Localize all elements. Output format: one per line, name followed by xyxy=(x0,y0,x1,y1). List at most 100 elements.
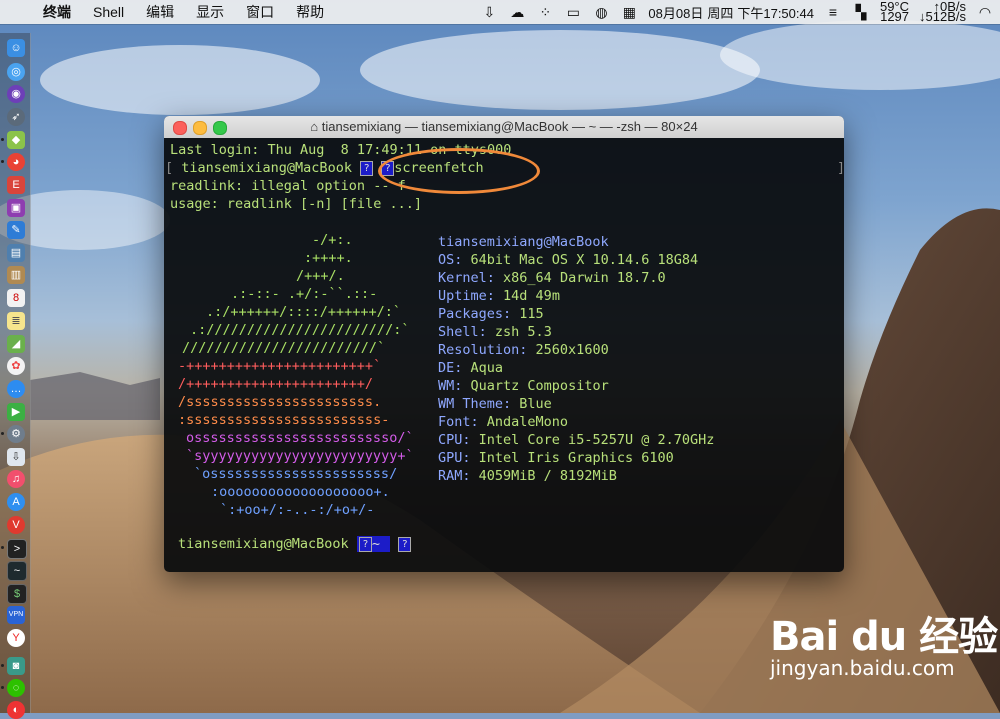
watermark-brand: Bai du 经验 xyxy=(770,614,998,660)
info-de: DE: Aqua xyxy=(438,360,504,376)
app-red-icon[interactable]: E xyxy=(7,176,25,194)
calendar-dock-icon[interactable]: 8 xyxy=(7,289,25,307)
cursor-glyph-icon: ? xyxy=(398,536,412,552)
wifi-icon[interactable]: ◠ xyxy=(976,3,994,21)
error-line-2: usage: readlink [-n] [file ...] xyxy=(170,196,422,212)
menu-view[interactable]: 显示 xyxy=(185,2,235,22)
info-wm-theme: WM Theme: Blue xyxy=(438,396,552,412)
calendar-icon[interactable]: ▦ xyxy=(620,3,638,21)
art-line: osssssssssssssssssssssssso/` xyxy=(186,430,414,446)
temperature-status[interactable]: 59°C 1297 xyxy=(880,0,910,24)
notes-icon[interactable]: ≣ xyxy=(7,312,25,330)
right-bracket: ] xyxy=(837,159,844,177)
disk-utility-icon[interactable]: ⇩ xyxy=(7,448,25,466)
menu-bar: 终端 Shell 编辑 显示 窗口 帮助 ⇩ ☁ ⁘ ▭ ◍ ▦ 08月08日 … xyxy=(0,0,1000,24)
info-gpu: GPU: Intel Iris Graphics 6100 xyxy=(438,450,674,466)
console-icon[interactable]: $ xyxy=(7,584,27,604)
final-prompt-line: tiansemixiang@MacBook ? ~ ? xyxy=(178,535,412,553)
messages-icon[interactable]: … xyxy=(7,380,25,398)
cpu-value: 1297 xyxy=(880,9,910,24)
art-line: :ooooooooooooooooooo+. xyxy=(211,484,390,500)
finder-icon[interactable]: ☺ xyxy=(7,39,25,57)
art-line: :ssssssssssssssssssssssss- xyxy=(178,412,390,428)
vivaldi-icon[interactable]: V xyxy=(7,516,25,534)
info-ram: RAM: 4059MiB / 8192MiB xyxy=(438,468,617,484)
close-button[interactable] xyxy=(173,121,187,135)
download-icon[interactable]: ⇩ xyxy=(480,3,498,21)
art-line: `ossssssssssssssssssssss/ xyxy=(194,466,398,482)
android-icon[interactable]: ◆ xyxy=(7,131,25,149)
info-resolution: Resolution: 2560x1600 xyxy=(438,342,609,358)
globe-icon[interactable]: ◍ xyxy=(592,3,610,21)
menu-help[interactable]: 帮助 xyxy=(285,2,335,22)
info-shell: Shell: zsh 5.3 xyxy=(438,324,552,340)
art-line: /+++/. xyxy=(296,268,345,284)
system-preferences-icon[interactable]: ⚙ xyxy=(7,425,25,443)
contacts-icon[interactable]: ▥ xyxy=(7,266,25,284)
menu-shell[interactable]: Shell xyxy=(82,4,135,20)
info-header: tiansemixiang@MacBook xyxy=(438,234,609,250)
ghost-icon[interactable]: ☁ xyxy=(508,3,526,21)
facetime-icon[interactable]: ▶ xyxy=(7,403,25,421)
home-folder-icon: ⌂ xyxy=(310,119,322,134)
zoom-button[interactable] xyxy=(213,121,227,135)
annotation-circle xyxy=(378,148,540,194)
minimize-button[interactable] xyxy=(193,121,207,135)
terminal-dock-icon[interactable]: > xyxy=(7,539,27,559)
time-label[interactable]: 下午17:50:44 xyxy=(737,3,814,22)
weekday-label[interactable]: 周四 xyxy=(707,3,733,22)
app-blue-icon[interactable]: ✎ xyxy=(7,221,25,239)
maps-icon[interactable]: ◢ xyxy=(7,335,25,353)
info-font: Font: AndaleMono xyxy=(438,414,569,430)
art-line: .:-::- .+/:-``.::- xyxy=(231,286,378,302)
launchpad-icon[interactable]: ➶ xyxy=(7,108,25,126)
prompt-user: tiansemixiang@MacBook xyxy=(181,160,352,176)
prompt-glyph-icon: ? xyxy=(360,160,374,176)
art-line: `:+oo+/:-..-:/+o+/- xyxy=(220,502,375,518)
safari-icon[interactable]: ◎ xyxy=(7,63,25,81)
date-label[interactable]: 08月08日 xyxy=(648,3,703,22)
photos-icon[interactable]: ✿ xyxy=(7,357,25,375)
terminal-title: tiansemixiang — tiansemixiang@MacBook — … xyxy=(321,119,698,134)
menu-window[interactable]: 窗口 xyxy=(235,2,285,22)
wechat-icon[interactable]: ◌ xyxy=(7,679,25,697)
art-line: .:/++++++/::::/++++++/:` xyxy=(206,304,402,320)
info-kernel: Kernel: x86_64 Darwin 18.7.0 xyxy=(438,270,666,286)
siri-icon[interactable]: ◉ xyxy=(7,85,25,103)
app-grid-icon[interactable]: ▚ xyxy=(852,3,870,21)
art-line: ////////////////////////` xyxy=(182,340,386,356)
dots-icon[interactable]: ⁘ xyxy=(536,3,554,21)
network-status[interactable]: ↑0B/s ↓512B/s xyxy=(919,0,966,24)
presentation-icon[interactable]: ▭ xyxy=(564,3,582,21)
netease-music-icon[interactable]: ◐ xyxy=(7,701,25,719)
dock: ☺ ◎ ◉ ➶ ◆ ◕ E ▣ ✎ ▤ ▥ 8 ≣ ◢ ✿ … ▶ ⚙ ⇩ ♫ … xyxy=(0,33,31,719)
prompt-glyph-icon-3: ? xyxy=(358,536,372,552)
info-cpu: CPU: Intel Core i5-5257U @ 2.70GHz xyxy=(438,432,715,448)
art-line: -/+:. xyxy=(312,232,353,248)
art-line: -+++++++++++++++++++++++` xyxy=(178,358,382,374)
final-prompt-user: tiansemixiang@MacBook xyxy=(178,536,349,552)
final-prompt-dir: ? ~ xyxy=(356,536,391,552)
art-line: .:///////////////////////:` xyxy=(190,322,410,338)
chrome-icon[interactable]: ◕ xyxy=(7,153,25,171)
app-store-icon[interactable]: A xyxy=(7,493,25,511)
info-os: OS: 64bit Mac OS X 10.14.6 18G84 xyxy=(438,252,699,268)
terminal-titlebar[interactable]: ⌂ tiansemixiang — tiansemixiang@MacBook … xyxy=(164,116,844,138)
info-wm: WM: Quartz Compositor xyxy=(438,378,609,394)
yandex-icon[interactable]: Y xyxy=(7,629,25,647)
vpn-icon[interactable]: VPN xyxy=(7,606,25,624)
preview-icon[interactable]: ▤ xyxy=(7,244,25,262)
info-packages: Packages: 115 xyxy=(438,306,544,322)
music-icon[interactable]: ♫ xyxy=(7,470,25,488)
activity-monitor-icon[interactable]: ~ xyxy=(7,561,27,581)
art-line: :++++. xyxy=(304,250,353,266)
error-line-1: readlink: illegal option -- f xyxy=(170,178,406,194)
art-line: `syyyyyyyyyyyyyyyyyyyyyyyy+` xyxy=(186,448,414,464)
net-down-value: ↓512B/s xyxy=(919,9,966,24)
menu-app-terminal[interactable]: 终端 xyxy=(32,2,82,22)
menu-edit[interactable]: 编辑 xyxy=(135,2,185,22)
app-teal-icon[interactable]: ◙ xyxy=(7,657,25,675)
art-line: /++++++++++++++++++++++/ xyxy=(178,376,374,392)
input-method-icon[interactable]: ≡ xyxy=(824,3,842,21)
app-purple-icon[interactable]: ▣ xyxy=(7,199,25,217)
